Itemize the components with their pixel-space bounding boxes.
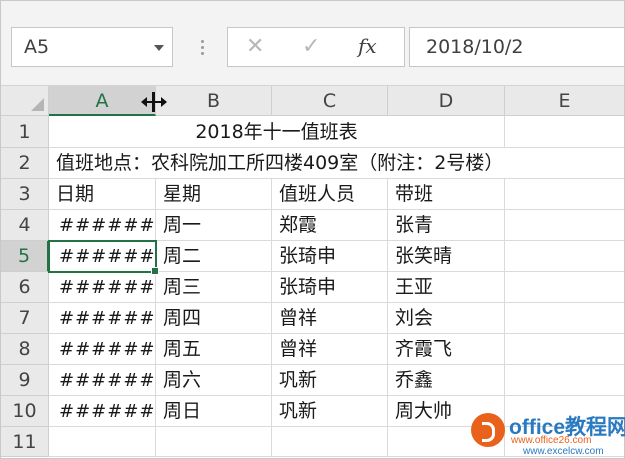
duty-staff-cell[interactable]: 张琦申 [272, 272, 388, 303]
date-cell[interactable]: ###### [49, 334, 156, 365]
select-all-icon [31, 98, 44, 111]
date-cell[interactable]: ###### [49, 210, 156, 241]
formula-bar-grip-icon[interactable] [197, 37, 207, 59]
cell-a11[interactable] [49, 427, 156, 457]
shift-lead-cell[interactable]: 王亚 [388, 272, 505, 303]
name-box-dropdown-icon[interactable] [154, 45, 164, 51]
watermark-url-2: www.excelcw.com [523, 446, 604, 457]
header-duty-staff[interactable]: 值班人员 [272, 179, 388, 210]
weekday-cell[interactable]: 周二 [156, 241, 272, 272]
cell-e8[interactable] [505, 334, 624, 365]
duty-staff-cell[interactable]: 郑霞 [272, 210, 388, 241]
column-resize-cursor-icon [141, 92, 167, 112]
cell-e7[interactable] [505, 303, 624, 334]
row-header-6[interactable]: 6 [1, 272, 49, 303]
row-header-5[interactable]: 5 [1, 241, 49, 272]
cell-e5[interactable] [505, 241, 624, 272]
header-weekday[interactable]: 星期 [156, 179, 272, 210]
row-header-2[interactable]: 2 [1, 148, 49, 179]
watermark-url-1: www.office26.com [511, 435, 592, 446]
name-box-value: A5 [24, 36, 50, 58]
date-cell[interactable]: ###### [49, 241, 156, 272]
weekday-cell[interactable]: 周六 [156, 365, 272, 396]
column-header-b[interactable]: B [156, 86, 272, 116]
header-shift-lead[interactable]: 带班 [388, 179, 505, 210]
row-header-3[interactable]: 3 [1, 179, 49, 210]
name-box[interactable]: A5 [11, 27, 173, 67]
cell-e1[interactable] [505, 116, 624, 148]
shift-lead-cell[interactable]: 张青 [388, 210, 505, 241]
cell-e9[interactable] [505, 365, 624, 396]
shift-lead-cell[interactable]: 齐霞飞 [388, 334, 505, 365]
formula-input[interactable]: 2018/10/2 [409, 27, 624, 67]
duty-staff-cell[interactable]: 巩新 [272, 396, 388, 427]
cell-e4[interactable] [505, 210, 624, 241]
row-header-9[interactable]: 9 [1, 365, 49, 396]
weekday-cell[interactable]: 周四 [156, 303, 272, 334]
header-date[interactable]: 日期 [49, 179, 156, 210]
formula-buttons: ✕ ✓ fx [227, 27, 405, 67]
duty-staff-cell[interactable]: 巩新 [272, 365, 388, 396]
row-header-7[interactable]: 7 [1, 303, 49, 334]
duty-staff-cell[interactable]: 曾祥 [272, 303, 388, 334]
shift-lead-cell[interactable]: 张笑晴 [388, 241, 505, 272]
watermark: office教程网 www.office26.com www.excelcw.c… [471, 411, 625, 457]
row-header-10[interactable]: 10 [1, 396, 49, 427]
office-logo-icon [471, 413, 505, 447]
shift-lead-cell[interactable]: 乔鑫 [388, 365, 505, 396]
excel-window: A5 ✕ ✓ fx 2018/10/2 A B C D E 1 2 3 4 5 … [0, 0, 625, 459]
weekday-cell[interactable]: 周一 [156, 210, 272, 241]
column-header-a[interactable]: A [49, 86, 156, 116]
date-cell[interactable]: ###### [49, 303, 156, 334]
weekday-cell[interactable]: 周日 [156, 396, 272, 427]
column-header-c[interactable]: C [272, 86, 388, 116]
location-cell[interactable]: 值班地点：农科院加工所四楼409室（附注：2号楼） [49, 148, 624, 179]
cell-c11[interactable] [272, 427, 388, 457]
select-all-button[interactable] [1, 86, 49, 116]
cancel-icon[interactable]: ✕ [246, 34, 264, 59]
enter-icon[interactable]: ✓ [302, 34, 320, 59]
date-cell[interactable]: ###### [49, 396, 156, 427]
row-header-8[interactable]: 8 [1, 334, 49, 365]
row-header-4[interactable]: 4 [1, 210, 49, 241]
insert-function-icon[interactable]: fx [358, 34, 377, 58]
weekday-cell[interactable]: 周五 [156, 334, 272, 365]
duty-staff-cell[interactable]: 曾祥 [272, 334, 388, 365]
column-header-e[interactable]: E [505, 86, 624, 116]
column-header-d[interactable]: D [388, 86, 505, 116]
date-cell[interactable]: ###### [49, 365, 156, 396]
title-cell[interactable]: 2018年十一值班表 [49, 116, 505, 148]
date-cell[interactable]: ###### [49, 272, 156, 303]
row-header-1[interactable]: 1 [1, 116, 49, 148]
row-header-11[interactable]: 11 [1, 427, 49, 457]
shift-lead-cell[interactable]: 刘会 [388, 303, 505, 334]
cell-b11[interactable] [156, 427, 272, 457]
cell-e6[interactable] [505, 272, 624, 303]
formula-value: 2018/10/2 [426, 36, 524, 58]
formula-bar: A5 ✕ ✓ fx 2018/10/2 [1, 1, 624, 86]
duty-staff-cell[interactable]: 张琦申 [272, 241, 388, 272]
weekday-cell[interactable]: 周三 [156, 272, 272, 303]
cell-e3[interactable] [505, 179, 624, 210]
